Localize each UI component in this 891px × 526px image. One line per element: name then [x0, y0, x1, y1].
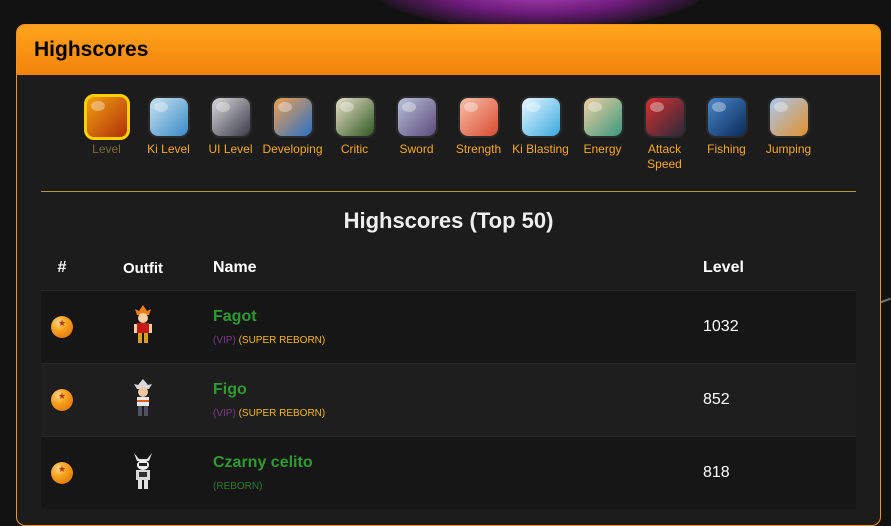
player-name-link[interactable]: Fagot — [213, 308, 703, 326]
skill-tab-label: Jumping — [765, 142, 812, 156]
table-row: ★ Czarny celito (REBORN) 818 — [41, 436, 856, 509]
icon-shine — [215, 102, 230, 112]
reborn-status-tag: (REBORN) — [213, 481, 263, 492]
skill-tab-strength[interactable]: Strength — [448, 96, 510, 172]
skill-tab-label: Attack Speed — [647, 142, 682, 171]
icon-shine — [463, 102, 478, 112]
panel-title: Highscores — [34, 38, 149, 61]
skill-tab-energy[interactable]: Energy — [572, 96, 634, 172]
table-header: # Outfit Name Level — [41, 246, 856, 290]
highscores-table: # Outfit Name Level ★ Fagot (VIP) (SUPER R… — [41, 246, 856, 509]
icon-shine — [401, 102, 416, 112]
skill-tab-sword[interactable]: Sword — [386, 96, 448, 172]
icon-shine — [773, 102, 788, 112]
vip-tag: (VIP) — [213, 335, 236, 346]
skill-tab-label: UI Level — [208, 142, 253, 156]
player-name-link[interactable]: Czarny celito — [213, 454, 703, 472]
skill-portrait-icon — [209, 96, 252, 138]
skill-portrait-icon — [147, 96, 190, 138]
skill-tab-label: Fishing — [707, 142, 746, 156]
rank-cell: ★ — [41, 462, 83, 484]
table-body: ★ Fagot (VIP) (SUPER REBORN) 1032 ★ Figo (VIP)… — [41, 290, 856, 509]
dragonball-rank-icon: ★ — [51, 316, 73, 338]
player-tags: (REBORN) — [213, 481, 703, 492]
skill-portrait-icon — [457, 96, 500, 138]
dragonball-rank-icon: ★ — [51, 389, 73, 411]
skill-tab-ui-level[interactable]: UI Level — [200, 96, 262, 172]
level-cell: 852 — [703, 391, 730, 408]
outfit-cell — [83, 449, 203, 498]
icon-shine — [525, 102, 540, 112]
name-cell: Figo (VIP) (SUPER REBORN) — [203, 381, 703, 419]
skill-portrait-icon — [705, 96, 748, 138]
table-row: ★ Figo (VIP) (SUPER REBORN) 852 — [41, 363, 856, 436]
outfit-header: Outfit — [83, 260, 203, 277]
outfit-cell — [83, 376, 203, 425]
skill-portrait-icon — [643, 96, 686, 138]
skill-tab-label: Energy — [583, 142, 622, 156]
name-cell: Czarny celito (REBORN) — [203, 454, 703, 492]
panel-header: Highscores — [17, 25, 880, 75]
skill-tab-attack-speed[interactable]: Attack Speed — [634, 96, 696, 172]
skill-tab-label: Ki Level — [147, 142, 190, 156]
skill-tab-label: Developing — [262, 142, 323, 156]
reborn-status-tag: (SUPER REBORN) — [238, 408, 326, 419]
rank-cell: ★ — [41, 389, 83, 411]
icon-shine — [339, 102, 354, 112]
skill-portrait-icon — [519, 96, 562, 138]
skill-portrait-icon — [271, 96, 314, 138]
character-outfit-icon — [129, 303, 157, 352]
skill-portrait-icon — [333, 96, 376, 138]
skill-tab-label: Level — [92, 142, 121, 156]
character-outfit-icon — [129, 376, 157, 425]
skill-portrait-icon — [395, 96, 438, 138]
skill-tab-label: Strength — [455, 142, 502, 156]
icon-shine — [90, 101, 105, 111]
icon-shine — [649, 102, 664, 112]
player-tags: (VIP) (SUPER REBORN) — [213, 335, 703, 346]
skill-category-bar: Level Ki Level UI Level Developing Critic Swo… — [17, 94, 880, 172]
rank-cell: ★ — [41, 316, 83, 338]
outfit-cell — [83, 303, 203, 352]
level-cell: 818 — [703, 464, 730, 481]
skill-tab-level[interactable]: Level — [76, 94, 138, 172]
player-tags: (VIP) (SUPER REBORN) — [213, 408, 703, 419]
level-cell: 1032 — [703, 318, 739, 335]
name-header: Name — [213, 259, 257, 276]
vip-tag: (VIP) — [213, 408, 236, 419]
skill-tab-critic[interactable]: Critic — [324, 96, 386, 172]
skill-tab-ki-blasting[interactable]: Ki Blasting — [510, 96, 572, 172]
outfit-header-label: Outfit — [123, 259, 163, 277]
reborn-status-tag: (SUPER REBORN) — [238, 335, 326, 346]
skill-tab-jumping[interactable]: Jumping — [758, 96, 820, 172]
name-cell: Fagot (VIP) (SUPER REBORN) — [203, 308, 703, 346]
skill-tab-ki-level[interactable]: Ki Level — [138, 96, 200, 172]
skill-tab-label: Critic — [340, 142, 369, 156]
icon-shine — [711, 102, 726, 112]
table-row: ★ Fagot (VIP) (SUPER REBORN) 1032 — [41, 290, 856, 363]
skill-tab-fishing[interactable]: Fishing — [696, 96, 758, 172]
scores-title: Highscores (Top 50) — [343, 208, 554, 233]
skill-tab-label: Sword — [399, 142, 434, 156]
divider — [41, 191, 856, 192]
skill-tab-label: Ki Blasting — [512, 142, 569, 156]
character-outfit-icon — [129, 449, 157, 498]
player-name-link[interactable]: Figo — [213, 381, 703, 399]
level-header: Level — [703, 259, 744, 276]
dragonball-rank-icon: ★ — [51, 462, 73, 484]
highscores-panel: Highscores Level Ki Level UI Level Developi… — [16, 24, 881, 526]
skill-portrait-icon — [83, 94, 130, 140]
rank-header: # — [57, 259, 67, 276]
skill-tab-developing[interactable]: Developing — [262, 96, 324, 172]
icon-shine — [153, 102, 168, 112]
icon-shine — [587, 102, 602, 112]
icon-shine — [277, 102, 292, 112]
skill-portrait-icon — [581, 96, 624, 138]
skill-portrait-icon — [767, 96, 810, 138]
